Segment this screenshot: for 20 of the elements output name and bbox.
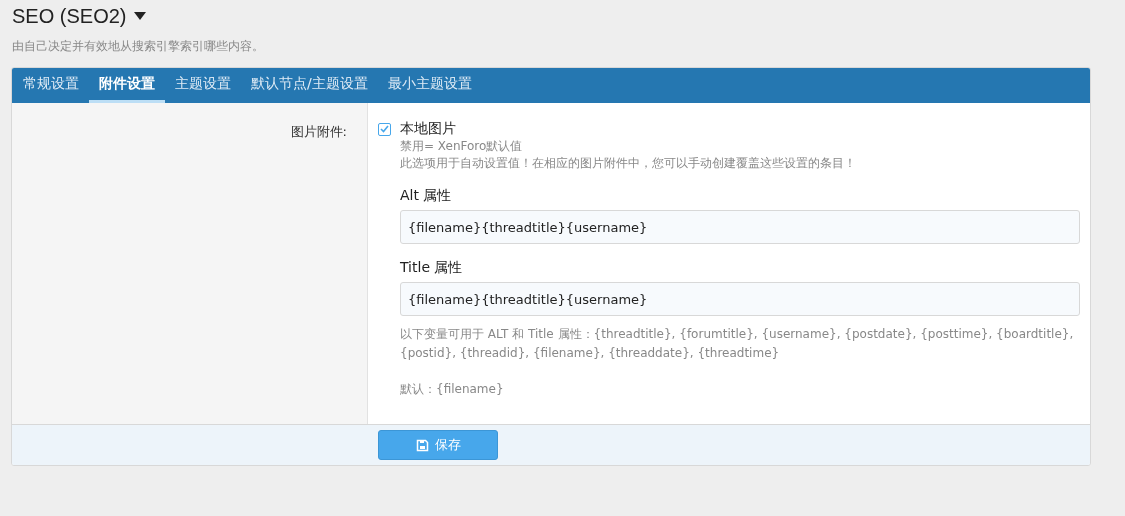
- floppy-icon: [415, 438, 429, 452]
- option-label: 图片附件:: [290, 124, 347, 139]
- default-text: 默认：{filename}: [400, 381, 505, 398]
- checkbox-label: 本地图片: [400, 120, 456, 138]
- caret-icon[interactable]: [134, 12, 147, 20]
- page-description: 由自己决定并有效地从搜索引擎索引哪些内容。: [12, 38, 265, 55]
- explain-text: 以下变量可用于 ALT 和 Title 属性：{threadtitle}, {forumtitle}, {username}, {postdate}, {posttime}, {boardtitle}, {postid}, {threadid}, {filename}, {threaddate}, {threadtime}: [400, 326, 1075, 362]
- tab[interactable]: 最小主题设置: [377, 68, 482, 103]
- field-label: Title 属性: [400, 259, 464, 277]
- field-label: Alt 属性: [400, 187, 453, 205]
- hint-text: 禁用= XenForo默认值: [400, 138, 524, 155]
- checkbox[interactable]: [378, 122, 391, 136]
- page-title: SEO (SEO2): [12, 4, 127, 28]
- hint-text: 此选项用于自动设置值！在相应的图片附件中，您可以手动创建覆盖这些设置的条目！: [400, 155, 857, 172]
- tab[interactable]: 主题设置: [165, 68, 241, 103]
- save-button[interactable]: 保存: [378, 430, 498, 460]
- tab[interactable]: 常规设置: [13, 68, 89, 103]
- input-field[interactable]: {filename}{threadtitle}{username}: [400, 210, 1080, 244]
- input-field[interactable]: {filename}{threadtitle}{username}: [400, 282, 1080, 316]
- tab[interactable]: 默认节点/主题设置: [241, 68, 378, 103]
